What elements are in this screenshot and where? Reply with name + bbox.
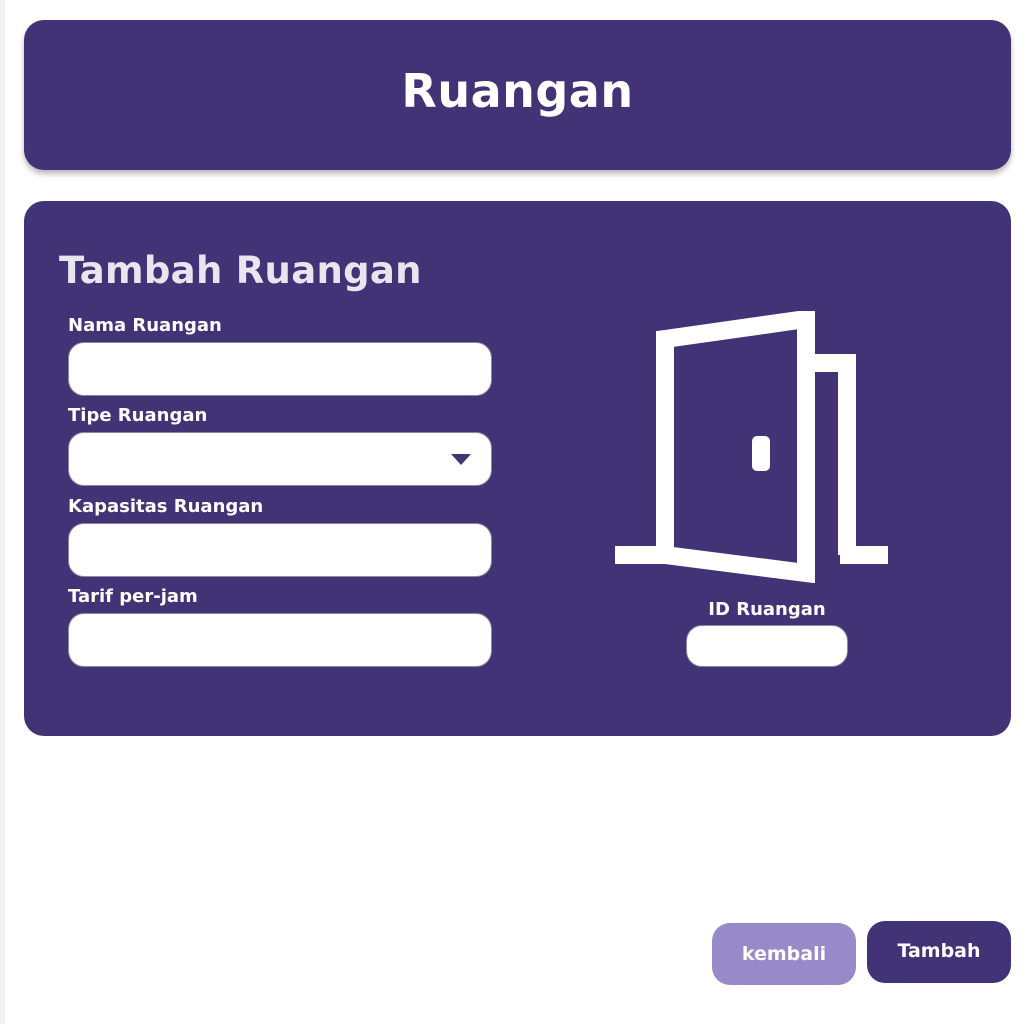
back-button[interactable]: kembali [712, 923, 856, 985]
left-edge-strip [0, 0, 5, 1024]
form-title: Tambah Ruangan [59, 249, 422, 292]
hourly-rate-input[interactable] [68, 613, 492, 667]
room-type-label: Tipe Ruangan [68, 405, 208, 426]
room-name-input[interactable] [68, 342, 492, 396]
add-button[interactable]: Tambah [867, 921, 1011, 983]
room-id-label: ID Ruangan [708, 599, 826, 620]
room-capacity-input[interactable] [68, 523, 492, 577]
chevron-down-icon[interactable] [451, 454, 471, 465]
add-room-form-card: Tambah Ruangan Nama Ruangan Tipe Ruangan… [24, 201, 1011, 736]
room-type-select[interactable] [68, 432, 492, 486]
room-name-label: Nama Ruangan [68, 315, 222, 336]
room-id-input[interactable] [686, 625, 848, 667]
hourly-rate-label: Tarif per-jam [68, 586, 198, 607]
room-capacity-label: Kapasitas Ruangan [68, 496, 264, 517]
page-title: Ruangan [401, 64, 634, 118]
page-header: Ruangan [24, 20, 1011, 170]
door-icon [615, 311, 888, 583]
